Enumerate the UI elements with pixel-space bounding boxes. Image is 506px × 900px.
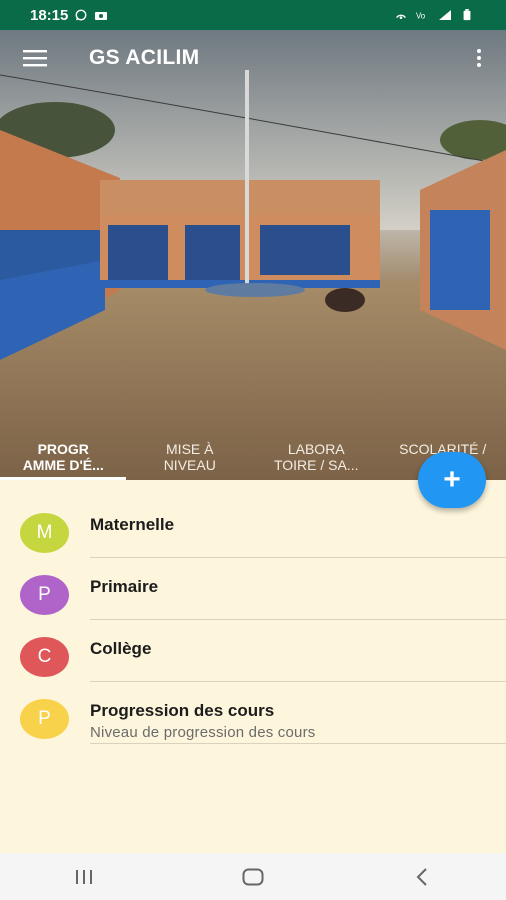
school-courtyard-image (0, 30, 506, 480)
header-photo (0, 30, 506, 480)
list-item-primaire[interactable]: P Primaire (0, 558, 506, 620)
tab-programme[interactable]: PROGR AMME D'É... (0, 440, 127, 480)
tab-laboratoire[interactable]: LABORA TOIRE / SA... (253, 440, 380, 480)
more-vertical-icon[interactable] (464, 30, 494, 86)
app-bar: GS ACILIM (0, 30, 506, 86)
home-icon[interactable] (223, 857, 283, 897)
list-item-progression[interactable]: P Progression des cours Niveau de progre… (0, 682, 506, 744)
tab-mise-a-niveau[interactable]: MISE À NIVEAU (127, 440, 254, 480)
list-item-title: Primaire (90, 577, 159, 596)
avatar: P (20, 575, 69, 615)
status-time: 18:15 (30, 6, 69, 24)
list-item-college[interactable]: C Collège (0, 620, 506, 682)
list-item-title: Collège (90, 639, 152, 658)
tab-label: MISE À (166, 441, 214, 457)
app-title: GS ACILIM (89, 46, 200, 69)
tab-label: TOIRE / SA... (273, 457, 359, 473)
hotspot-icon (396, 14, 406, 19)
volte-icon: Vo (416, 12, 426, 21)
list-item-subtitle: Niveau de progression des cours (90, 724, 316, 741)
back-icon[interactable] (392, 857, 452, 897)
tab-label: LABORA (287, 441, 345, 457)
svg-text:Vo: Vo (416, 12, 426, 21)
divider (90, 743, 506, 744)
add-fab-button[interactable]: + (418, 452, 486, 508)
system-nav-bar (0, 853, 506, 900)
hamburger-menu-icon[interactable] (7, 30, 63, 86)
recent-apps-icon[interactable] (54, 857, 114, 897)
tab-label: AMME D'É... (22, 457, 104, 473)
tab-label: PROGR (37, 441, 89, 457)
status-bar: 18:15 Vo (0, 0, 506, 30)
list-item-title: Progression des cours (90, 701, 275, 720)
signal-icon (439, 10, 451, 20)
avatar: C (20, 637, 69, 677)
list-item-title: Maternelle (90, 515, 175, 534)
avatar: P (20, 699, 69, 739)
whatsapp-icon (75, 9, 87, 21)
plus-icon: + (443, 463, 461, 496)
course-list: M Maternelle P Primaire C Collège P Prog… (0, 480, 506, 744)
tab-label: NIVEAU (163, 457, 216, 473)
avatar: M (20, 513, 69, 553)
battery-icon (463, 9, 471, 21)
camera-icon (95, 12, 108, 20)
